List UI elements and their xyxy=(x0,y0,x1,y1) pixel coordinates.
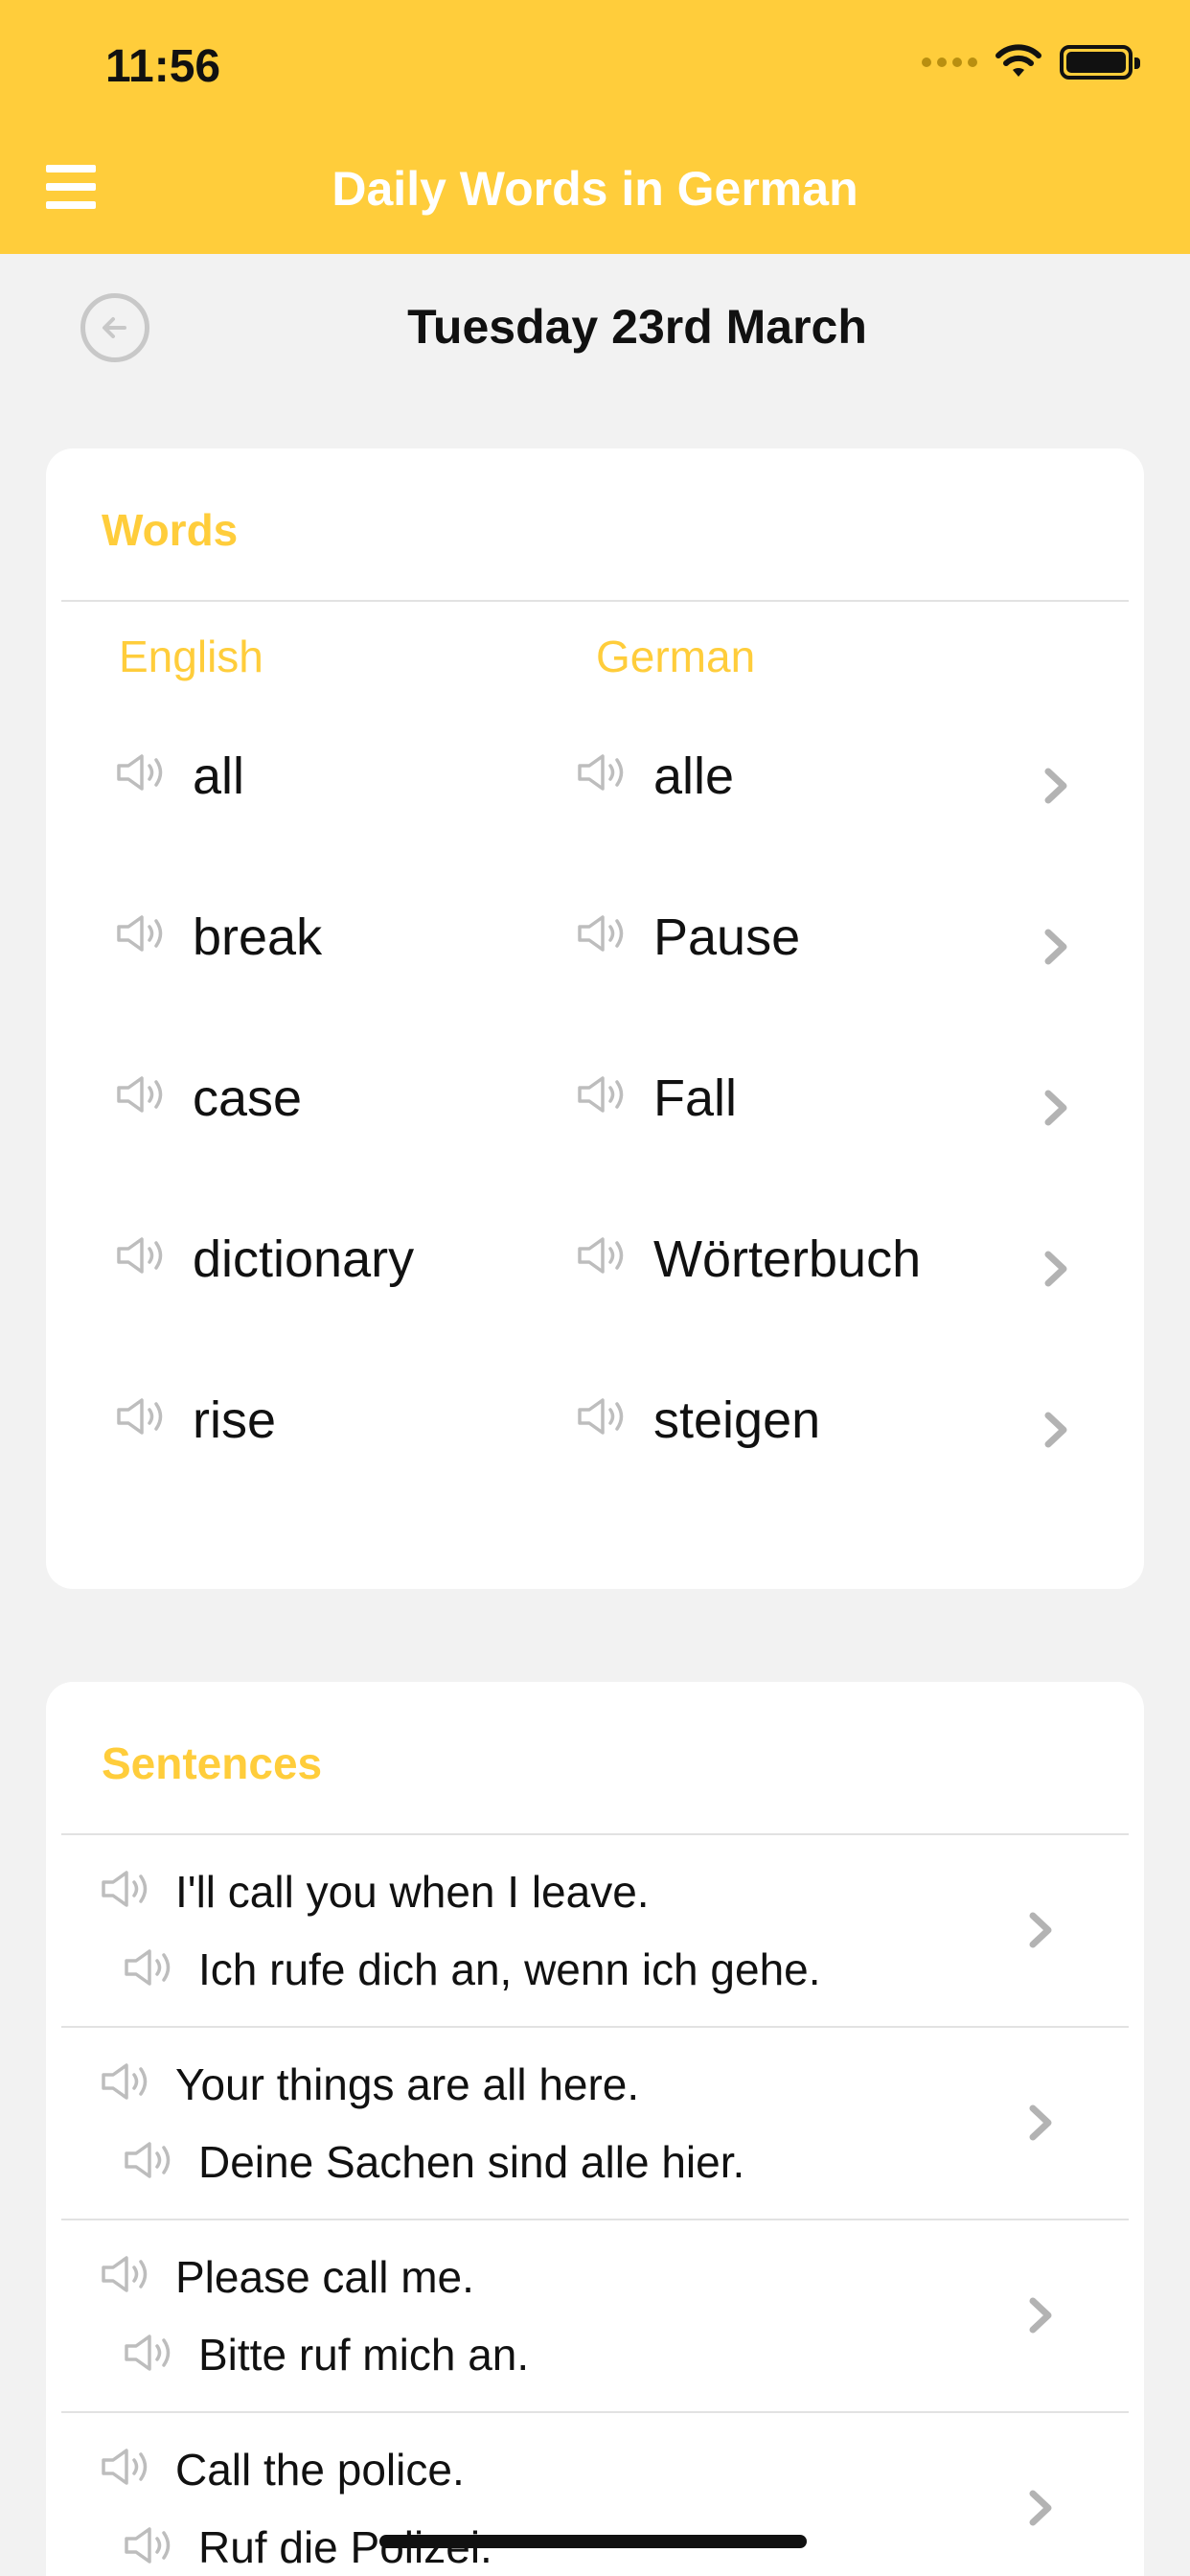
wifi-icon xyxy=(995,44,1041,77)
speaker-icon[interactable] xyxy=(576,1074,631,1115)
word-row[interactable]: all alle xyxy=(46,722,1144,837)
home-indicator xyxy=(379,2535,807,2548)
word-row[interactable]: case Fall xyxy=(46,1044,1144,1159)
speaker-icon[interactable] xyxy=(123,1947,178,1988)
speaker-icon[interactable] xyxy=(100,2447,155,2487)
divider xyxy=(61,600,1129,602)
chevron-right-icon[interactable] xyxy=(1037,1247,1075,1291)
chevron-right-icon[interactable] xyxy=(1021,1908,1060,1952)
sentence-english: Please call me. xyxy=(175,2252,474,2302)
speaker-icon[interactable] xyxy=(576,913,631,954)
sentence-german: Bitte ruf mich an. xyxy=(198,2330,530,2380)
battery-icon xyxy=(1060,45,1140,80)
speaker-icon[interactable] xyxy=(100,2254,155,2294)
german-word: Fall xyxy=(653,1070,738,1127)
status-icons xyxy=(922,44,1140,80)
speaker-icon[interactable] xyxy=(123,2140,178,2180)
chevron-right-icon[interactable] xyxy=(1037,1408,1075,1452)
sentences-card: Sentences I'll call you when I leave. Ich… xyxy=(46,1682,1144,2576)
german-word: Wörterbuch xyxy=(653,1230,922,1288)
words-card: Words English German all alle break Pause ca… xyxy=(46,448,1144,1589)
speaker-icon[interactable] xyxy=(123,2525,178,2565)
speaker-icon[interactable] xyxy=(576,1235,631,1276)
speaker-icon[interactable] xyxy=(115,913,171,954)
speaker-icon[interactable] xyxy=(100,2061,155,2102)
sentence-german: Deine Sachen sind alle hier. xyxy=(198,2137,745,2187)
speaker-icon[interactable] xyxy=(123,2333,178,2373)
sentence-german: Ich rufe dich an, wenn ich gehe. xyxy=(198,1944,821,1994)
sentence-row[interactable]: Your things are all here. Deine Sachen si… xyxy=(61,2028,1129,2220)
speaker-icon[interactable] xyxy=(100,1869,155,1909)
word-row[interactable]: break Pause xyxy=(46,883,1144,998)
chevron-right-icon[interactable] xyxy=(1037,1086,1075,1130)
sentences-heading: Sentences xyxy=(102,1738,323,1788)
word-row[interactable]: rise steigen xyxy=(46,1366,1144,1481)
german-word: alle xyxy=(653,748,735,805)
speaker-icon[interactable] xyxy=(115,1235,171,1276)
english-word: case xyxy=(193,1070,303,1127)
english-word: break xyxy=(193,908,323,966)
chevron-right-icon[interactable] xyxy=(1021,2293,1060,2337)
app-header: 11:56 Daily Words in German xyxy=(0,0,1190,254)
signal-dots-icon xyxy=(922,58,977,67)
english-word: dictionary xyxy=(193,1230,415,1288)
app-title: Daily Words in German xyxy=(332,162,858,216)
speaker-icon[interactable] xyxy=(115,1396,171,1437)
german-word: Pause xyxy=(653,908,801,966)
sentence-row[interactable]: I'll call you when I leave. Ich rufe dich… xyxy=(61,1835,1129,2028)
speaker-icon[interactable] xyxy=(115,752,171,793)
status-time: 11:56 xyxy=(105,41,221,92)
sentence-english: Call the police. xyxy=(175,2445,465,2495)
date-title: Tuesday 23rd March xyxy=(407,300,867,354)
word-row[interactable]: dictionary Wörterbuch xyxy=(46,1205,1144,1320)
chevron-right-icon[interactable] xyxy=(1021,2486,1060,2530)
chevron-right-icon[interactable] xyxy=(1037,925,1075,969)
german-word: steigen xyxy=(653,1392,821,1449)
chevron-right-icon[interactable] xyxy=(1037,764,1075,808)
sentence-english: I'll call you when I leave. xyxy=(175,1867,650,1917)
speaker-icon[interactable] xyxy=(576,752,631,793)
speaker-icon[interactable] xyxy=(576,1396,631,1437)
chevron-right-icon[interactable] xyxy=(1021,2101,1060,2145)
sentence-row[interactable]: Please call me. Bitte ruf mich an. xyxy=(61,2220,1129,2413)
sentence-english: Your things are all here. xyxy=(175,2059,640,2109)
speaker-icon[interactable] xyxy=(115,1074,171,1115)
english-word: all xyxy=(193,748,245,805)
english-word: rise xyxy=(193,1392,277,1449)
german-column-header: German xyxy=(596,632,756,681)
words-heading: Words xyxy=(102,505,239,555)
english-column-header: English xyxy=(119,632,263,681)
sentence-row[interactable]: Call the police. Ruf die Polizei. xyxy=(61,2413,1129,2576)
